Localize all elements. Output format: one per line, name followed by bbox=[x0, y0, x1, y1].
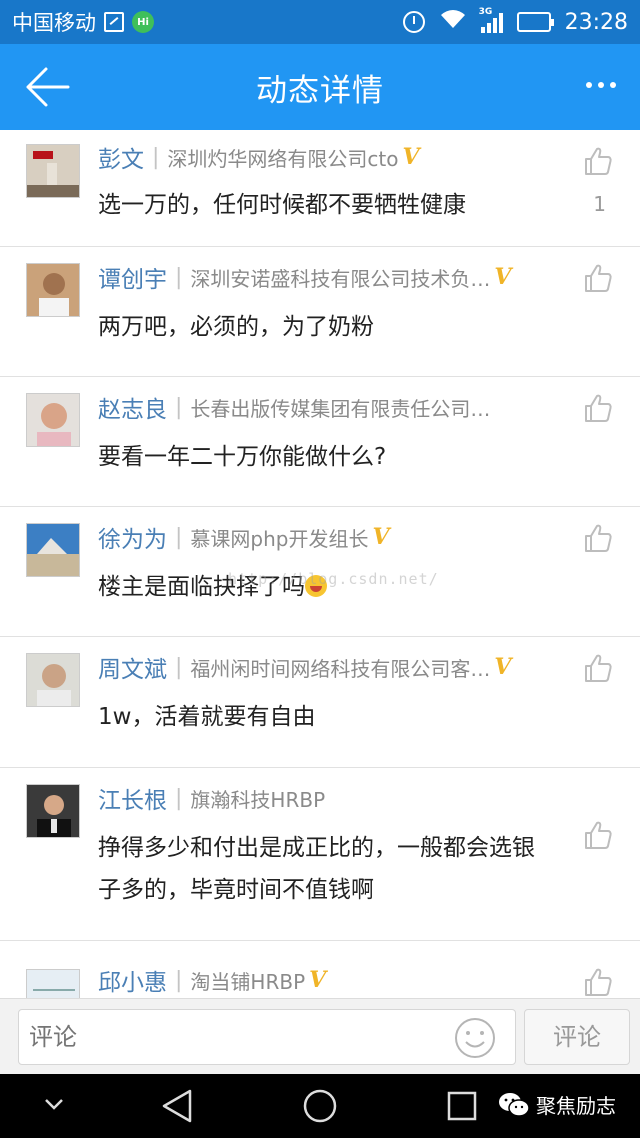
thumbs-up-icon bbox=[585, 147, 612, 175]
commenter-name[interactable]: 徐为为 bbox=[98, 520, 167, 554]
hi-message-icon: Hi bbox=[132, 11, 154, 33]
wechat-account-name: 聚焦励志 bbox=[536, 1094, 616, 1118]
avatar[interactable] bbox=[26, 144, 80, 198]
like-button[interactable] bbox=[584, 967, 612, 997]
comment-input[interactable] bbox=[18, 1009, 516, 1065]
back-nav-button[interactable] bbox=[160, 1088, 194, 1128]
commenter-name[interactable]: 谭创宇 bbox=[98, 260, 167, 294]
divider: | bbox=[175, 785, 183, 811]
comment-item: 赵志良 | 长春出版传媒集团有限责任公司… 要看一年二十万你能做什么? bbox=[0, 377, 640, 507]
recents-nav-button[interactable] bbox=[446, 1090, 478, 1126]
comment-list[interactable]: 彭文 | 深圳灼华网络有限公司cto V 选一万的，任何时候都不要牺牲健康 1 … bbox=[0, 130, 640, 998]
thumbs-up-icon bbox=[585, 524, 612, 552]
wifi-icon bbox=[439, 8, 467, 36]
hide-keyboard-button[interactable] bbox=[42, 1096, 66, 1116]
commenter-company: 深圳灼华网络有限公司cto bbox=[167, 146, 399, 171]
divider: | bbox=[152, 144, 160, 170]
smiley-icon bbox=[455, 1018, 495, 1058]
signal-icon: 3G bbox=[479, 7, 503, 33]
avatar[interactable] bbox=[26, 393, 80, 447]
commenter-company: 长春出版传媒集团有限责任公司… bbox=[190, 396, 491, 421]
thumbs-up-icon bbox=[585, 821, 612, 849]
carrier-label: 中国移动 bbox=[12, 11, 96, 35]
verified-badge: V bbox=[494, 654, 512, 680]
back-button[interactable] bbox=[24, 66, 70, 108]
clock: 23:28 bbox=[564, 9, 628, 35]
submit-comment-button[interactable]: 评论 bbox=[524, 1009, 630, 1065]
back-arrow-icon bbox=[26, 67, 70, 107]
like-button[interactable] bbox=[584, 653, 612, 683]
commenter-name[interactable]: 赵志良 bbox=[98, 390, 167, 424]
square-recents-icon bbox=[447, 1091, 477, 1121]
verified-badge: V bbox=[402, 144, 420, 170]
commenter-company: 慕课网php开发组长 bbox=[190, 526, 369, 551]
verified-badge: V bbox=[372, 524, 390, 550]
commenter-name[interactable]: 彭文 bbox=[98, 140, 144, 174]
comment-item: 周文斌 | 福州闲时间网络科技有限公司客… V 1w，活着就要有自由 bbox=[0, 637, 640, 768]
thumbs-up-icon bbox=[585, 654, 612, 682]
circle-home-icon bbox=[303, 1089, 337, 1123]
app-bar: 动态详情 bbox=[0, 44, 640, 130]
comment-item: 彭文 | 深圳灼华网络有限公司cto V 选一万的，任何时候都不要牺牲健康 1 bbox=[0, 130, 640, 247]
avatar[interactable] bbox=[26, 653, 80, 707]
divider: | bbox=[175, 394, 183, 420]
thumbs-up-icon bbox=[585, 968, 612, 996]
triangle-back-icon bbox=[162, 1089, 192, 1123]
divider: | bbox=[175, 524, 183, 550]
thumbs-up-icon bbox=[585, 264, 612, 292]
like-button[interactable] bbox=[584, 393, 612, 423]
thumbs-up-icon bbox=[585, 394, 612, 422]
chevron-down-icon bbox=[45, 1099, 63, 1110]
like-button[interactable] bbox=[584, 820, 612, 850]
more-dots-icon bbox=[586, 82, 592, 88]
commenter-company: 深圳安诺盛科技有限公司技术负… bbox=[190, 266, 491, 291]
watermark: http://blog.csdn.net/ bbox=[228, 570, 439, 588]
divider: | bbox=[175, 967, 183, 993]
alarm-icon bbox=[402, 11, 425, 33]
comment-text: 要看一年二十万你能做什么? bbox=[98, 444, 387, 470]
commenter-name[interactable]: 周文斌 bbox=[98, 650, 167, 684]
like-button[interactable] bbox=[584, 263, 612, 293]
wechat-account-tag: 聚焦励志 bbox=[498, 1090, 616, 1119]
more-options-button[interactable] bbox=[586, 82, 616, 88]
avatar[interactable] bbox=[26, 784, 80, 838]
avatar[interactable] bbox=[26, 263, 80, 317]
status-bar: 中国移动 Hi 3G 23:28 bbox=[0, 0, 640, 44]
avatar[interactable] bbox=[26, 523, 80, 577]
screenshot-icon bbox=[104, 12, 124, 32]
battery-icon bbox=[516, 12, 554, 32]
avatar[interactable] bbox=[26, 969, 80, 998]
emoji-button[interactable] bbox=[454, 1017, 496, 1059]
divider: | bbox=[175, 264, 183, 290]
like-button[interactable] bbox=[584, 523, 612, 553]
comment-text: 选一万的，任何时候都不要牺牲健康 bbox=[98, 192, 466, 218]
commenter-company: 福州闲时间网络科技有限公司客… bbox=[190, 656, 491, 681]
divider: | bbox=[175, 654, 183, 680]
comment-item: 邱小惠 | 淘当铺HRBP V bbox=[0, 941, 640, 998]
network-type-label: 3G bbox=[478, 7, 493, 17]
verified-badge: V bbox=[494, 264, 512, 290]
like-count: 1 bbox=[593, 192, 606, 216]
commenter-name[interactable]: 邱小惠 bbox=[98, 963, 167, 997]
system-nav-bar: 聚焦励志 bbox=[0, 1074, 640, 1138]
comment-item: 谭创宇 | 深圳安诺盛科技有限公司技术负… V 两万吧，必须的，为了奶粉 bbox=[0, 247, 640, 377]
comment-input-bar: 评论 bbox=[0, 998, 640, 1074]
comment-text: 1w，活着就要有自由 bbox=[98, 704, 316, 730]
wechat-icon bbox=[499, 1092, 530, 1117]
page-title: 动态详情 bbox=[256, 72, 384, 109]
home-nav-button[interactable] bbox=[302, 1088, 338, 1128]
commenter-company: 淘当铺HRBP bbox=[190, 969, 306, 994]
commenter-name[interactable]: 江长根 bbox=[98, 781, 167, 815]
commenter-company: 旗瀚科技HRBP bbox=[190, 787, 326, 812]
comment-text: 两万吧，必须的，为了奶粉 bbox=[98, 314, 374, 340]
verified-badge: V bbox=[309, 967, 327, 993]
comment-item: 江长根 | 旗瀚科技HRBP 挣得多少和付出是成正比的，一般都会选银子多的，毕竟… bbox=[0, 768, 640, 941]
comment-text: 挣得多少和付出是成正比的，一般都会选银子多的，毕竟时间不值钱啊 bbox=[98, 835, 535, 903]
like-button[interactable] bbox=[584, 146, 612, 176]
